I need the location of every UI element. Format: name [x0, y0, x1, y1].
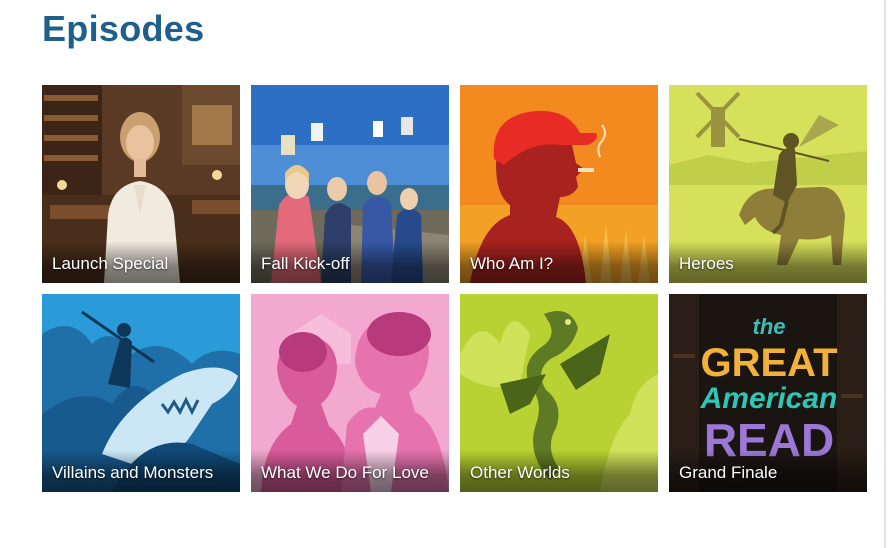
episode-label: Fall Kick-off [261, 254, 350, 273]
logo-great: GREAT [700, 341, 837, 385]
episode-tile-other-worlds[interactable]: Other Worlds [460, 294, 658, 492]
episode-label: Heroes [679, 254, 734, 273]
episode-label: Grand Finale [679, 463, 778, 482]
logo-american: American [700, 382, 838, 415]
episode-tile-grand-finale[interactable]: the GREAT American READ Grand Finale [669, 294, 867, 492]
episode-tile-launch-special[interactable]: Launch Special [42, 85, 240, 283]
episode-tile-fall-kick-off[interactable]: Fall Kick-off [251, 85, 449, 283]
episode-label: Villains and Monsters [52, 463, 214, 482]
episode-tile-who-am-i[interactable]: Who Am I? [460, 85, 658, 283]
right-edge-divider [884, 0, 886, 548]
episode-tile-what-we-do-for-love[interactable]: What We Do For Love [251, 294, 449, 492]
page-title: Episodes [42, 8, 205, 49]
logo-the: the [753, 314, 786, 339]
episode-label: Who Am I? [470, 254, 554, 273]
episode-label: What We Do For Love [261, 463, 429, 482]
episode-label: Other Worlds [470, 463, 570, 482]
episode-tile-heroes[interactable]: Heroes [669, 85, 867, 283]
episode-label: Launch Special [52, 254, 169, 273]
episode-tile-villains-and-monsters[interactable]: Villains and Monsters [42, 294, 240, 492]
episodes-grid: Launch Special Fall Kick-off Who Am I? H… [42, 85, 867, 492]
